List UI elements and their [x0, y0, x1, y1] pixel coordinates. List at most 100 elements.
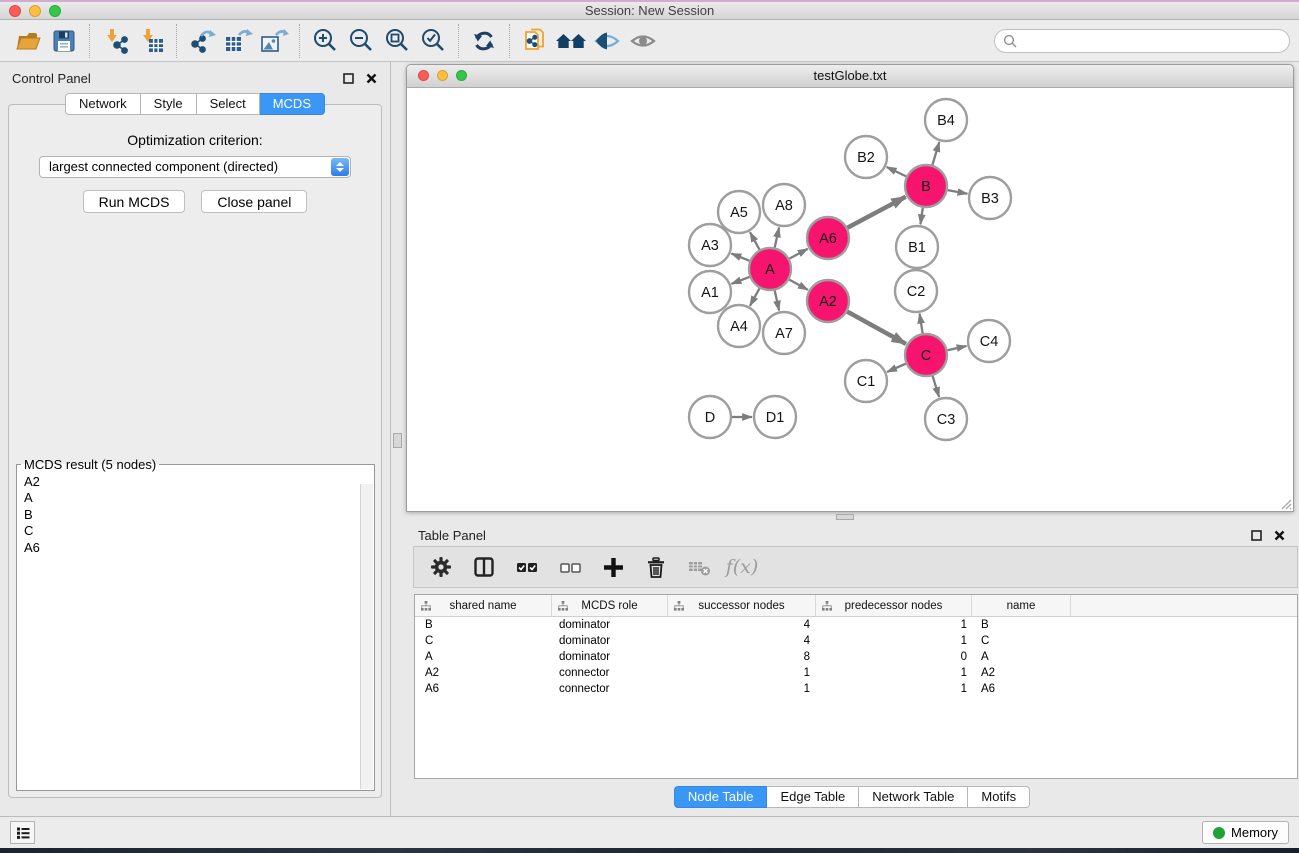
- show-all-button[interactable]: [625, 24, 661, 58]
- float-table-panel-button[interactable]: [1249, 529, 1263, 543]
- table-row[interactable]: Cdominator41C: [415, 633, 1297, 649]
- table-cell[interactable]: connector: [552, 681, 668, 697]
- tab-select[interactable]: Select: [197, 93, 260, 115]
- column-header-predecessor-nodes[interactable]: predecessor nodes: [816, 595, 972, 616]
- import-network-button[interactable]: [97, 24, 133, 58]
- graph-edge-C-C3[interactable]: [933, 376, 940, 397]
- graph-edge-A-A1[interactable]: [732, 277, 750, 284]
- column-header-successor-nodes[interactable]: successor nodes: [668, 595, 816, 616]
- memory-button[interactable]: Memory: [1202, 821, 1289, 844]
- duplicate-network-button[interactable]: [517, 24, 553, 58]
- open-session-button[interactable]: [10, 24, 46, 58]
- criterion-select[interactable]: largest connected component (directed): [39, 156, 351, 178]
- tab-network[interactable]: Network: [65, 93, 141, 115]
- float-panel-button[interactable]: [341, 72, 355, 86]
- resize-grip-icon[interactable]: [1278, 496, 1292, 510]
- tab-style[interactable]: Style: [141, 93, 197, 115]
- graph-edge-A-A7[interactable]: [775, 291, 779, 311]
- graph-edge-B-B3[interactable]: [948, 190, 968, 194]
- table-cell[interactable]: B: [972, 617, 1071, 633]
- tab-network-table[interactable]: Network Table: [859, 786, 968, 808]
- graph-edge-B-B2[interactable]: [887, 167, 907, 176]
- network-minimize-button[interactable]: [437, 70, 448, 81]
- table-cell[interactable]: C: [415, 633, 552, 649]
- search-input[interactable]: [1022, 34, 1281, 48]
- minimize-window-button[interactable]: [29, 5, 41, 17]
- import-table-button[interactable]: [133, 24, 169, 58]
- result-item[interactable]: B: [24, 507, 374, 523]
- table-row[interactable]: Bdominator41B: [415, 617, 1297, 633]
- result-item[interactable]: A2: [24, 474, 374, 490]
- column-header-MCDS-role[interactable]: MCDS role: [552, 595, 668, 616]
- zoom-out-button[interactable]: [343, 24, 379, 58]
- table-row[interactable]: A2connector11A2: [415, 665, 1297, 681]
- table-cell[interactable]: dominator: [552, 617, 668, 633]
- table-row[interactable]: Adominator80A: [415, 649, 1297, 665]
- automation-panel-button[interactable]: [10, 821, 35, 844]
- refresh-button[interactable]: [466, 24, 502, 58]
- home-button[interactable]: [553, 24, 589, 58]
- graph-edge-A-A2[interactable]: [789, 280, 808, 290]
- table-cell[interactable]: dominator: [552, 633, 668, 649]
- table-settings-button[interactable]: [424, 550, 458, 584]
- column-header-name[interactable]: name: [972, 595, 1071, 616]
- table-cell[interactable]: A: [972, 649, 1071, 665]
- splitter-handle[interactable]: [836, 514, 854, 520]
- zoom-fit-button[interactable]: [379, 24, 415, 58]
- graph-edge-A6-B[interactable]: [847, 197, 905, 228]
- tab-mcds[interactable]: MCDS: [260, 93, 325, 115]
- function-builder-button[interactable]: f(x): [725, 550, 759, 584]
- graph-edge-C-C4[interactable]: [948, 346, 967, 350]
- tab-motifs[interactable]: Motifs: [968, 786, 1030, 808]
- export-table-button[interactable]: [220, 24, 256, 58]
- graph-edge-C-C2[interactable]: [920, 314, 923, 334]
- graph-edge-B-B4[interactable]: [932, 142, 939, 165]
- create-column-button[interactable]: [596, 550, 630, 584]
- delete-table-button[interactable]: [682, 550, 716, 584]
- table-cell[interactable]: dominator: [552, 649, 668, 665]
- show-columns-button[interactable]: [467, 550, 501, 584]
- graph-edge-A-A8[interactable]: [775, 228, 779, 248]
- export-network-button[interactable]: [184, 24, 220, 58]
- table-cell[interactable]: 4: [668, 617, 816, 633]
- close-panel-button[interactable]: [364, 72, 378, 86]
- close-table-panel-button[interactable]: [1272, 529, 1286, 543]
- table-cell[interactable]: 0: [816, 649, 972, 665]
- table-cell[interactable]: 8: [668, 649, 816, 665]
- close-window-button[interactable]: [9, 5, 21, 17]
- graph-edge-A2-C[interactable]: [847, 312, 906, 344]
- close-mcds-panel-button[interactable]: Close panel: [201, 190, 307, 213]
- network-maximize-button[interactable]: [456, 70, 467, 81]
- delete-column-button[interactable]: [639, 550, 673, 584]
- network-view[interactable]: AA1A2A3A4A5A6A7A8BB1B2B3B4CC1C2C3C4DD1: [407, 88, 1293, 511]
- table-cell[interactable]: 1: [668, 665, 816, 681]
- table-cell[interactable]: 1: [816, 633, 972, 649]
- tab-node-table[interactable]: Node Table: [674, 786, 768, 808]
- table-cell[interactable]: A6: [415, 681, 552, 697]
- zoom-selected-button[interactable]: [415, 24, 451, 58]
- graph-edge-C-C1[interactable]: [887, 364, 906, 372]
- hide-selected-button[interactable]: [589, 24, 625, 58]
- graph-edge-A-A3[interactable]: [731, 254, 749, 261]
- table-cell[interactable]: connector: [552, 665, 668, 681]
- table-cell[interactable]: 1: [816, 681, 972, 697]
- table-cell[interactable]: A2: [972, 665, 1071, 681]
- table-cell[interactable]: 4: [668, 633, 816, 649]
- graph-edge-B-B1[interactable]: [920, 208, 922, 224]
- deselect-all-button[interactable]: [553, 550, 587, 584]
- table-row[interactable]: A6connector11A6: [415, 681, 1297, 697]
- zoom-in-button[interactable]: [307, 24, 343, 58]
- table-cell[interactable]: A6: [972, 681, 1071, 697]
- result-item[interactable]: C: [24, 523, 374, 539]
- table-cell[interactable]: 1: [816, 617, 972, 633]
- graph-edge-A-A6[interactable]: [789, 249, 807, 259]
- network-window-titlebar[interactable]: testGlobe.txt: [407, 65, 1293, 88]
- result-item[interactable]: A6: [24, 540, 374, 556]
- save-session-button[interactable]: [46, 24, 82, 58]
- maximize-window-button[interactable]: [49, 5, 61, 17]
- table-cell[interactable]: 1: [816, 665, 972, 681]
- table-cell[interactable]: A2: [415, 665, 552, 681]
- tab-edge-table[interactable]: Edge Table: [767, 786, 859, 808]
- table-cell[interactable]: C: [972, 633, 1071, 649]
- splitter-handle[interactable]: [393, 433, 402, 448]
